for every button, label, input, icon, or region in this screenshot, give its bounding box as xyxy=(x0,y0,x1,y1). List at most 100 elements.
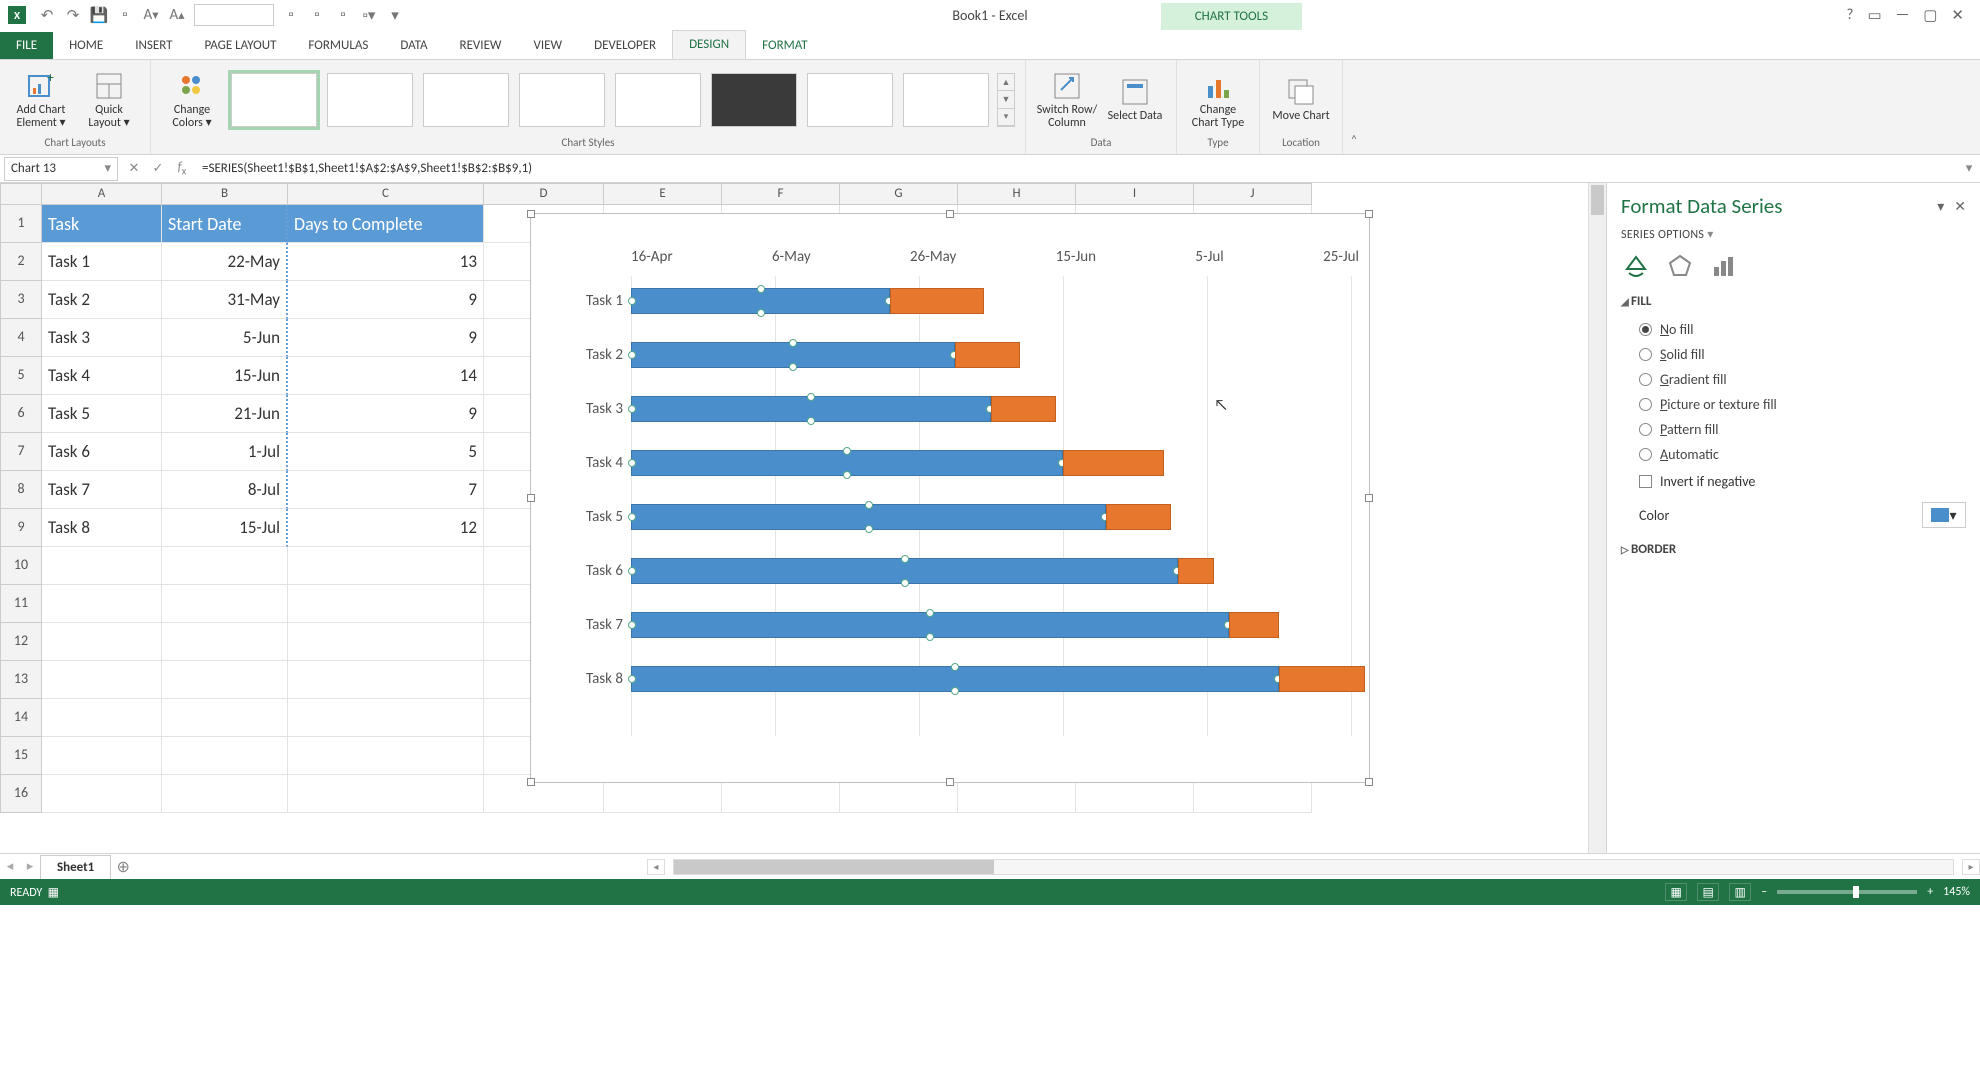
tab-view[interactable]: VIEW xyxy=(518,32,579,59)
chart-handle[interactable] xyxy=(527,494,535,502)
col-header-F[interactable]: F xyxy=(722,183,840,205)
tab-data[interactable]: DATA xyxy=(384,32,443,59)
fill-color-picker[interactable]: ▾ xyxy=(1922,502,1966,528)
chart-bar-series2[interactable] xyxy=(1178,558,1214,584)
cell[interactable]: Task 6 xyxy=(42,433,162,471)
row-header[interactable]: 2 xyxy=(0,243,42,281)
row-header[interactable]: 8 xyxy=(0,471,42,509)
cell[interactable] xyxy=(288,547,484,585)
tab-file[interactable]: FILE xyxy=(0,32,53,59)
fx-button[interactable]: fx xyxy=(170,160,194,178)
col-header-E[interactable]: E xyxy=(604,183,722,205)
row-header[interactable]: 1 xyxy=(0,205,42,243)
fill-section-header[interactable]: FILL xyxy=(1621,294,1966,309)
chart-handle[interactable] xyxy=(946,210,954,218)
page-break-view-button[interactable]: ▥ xyxy=(1729,883,1751,901)
cell[interactable]: 15-Jun xyxy=(162,357,288,395)
cell[interactable]: Task 3 xyxy=(42,319,162,357)
enter-formula-button[interactable]: ✓ xyxy=(146,161,170,176)
col-header-G[interactable]: G xyxy=(840,183,958,205)
switch-row-column-button[interactable]: Switch Row/ Column xyxy=(1036,70,1098,130)
collapse-ribbon-button[interactable]: ˄ xyxy=(1343,60,1365,154)
tab-insert[interactable]: INSERT xyxy=(119,32,188,59)
row-header[interactable]: 10 xyxy=(0,547,42,585)
chart-bar-series2[interactable] xyxy=(1229,612,1279,638)
cell[interactable]: 22-May xyxy=(162,243,288,281)
cell[interactable] xyxy=(42,623,162,661)
normal-view-button[interactable]: ▦ xyxy=(1665,883,1687,901)
redo-button[interactable]: ↷ xyxy=(60,4,86,26)
tab-developer[interactable]: DEVELOPER xyxy=(578,32,672,59)
cell[interactable] xyxy=(162,737,288,775)
chart-bar-series2[interactable] xyxy=(1063,450,1164,476)
fill-option-radio[interactable]: Pattern fill xyxy=(1621,417,1966,442)
tab-format[interactable]: FORMAT xyxy=(746,32,823,59)
add-chart-element-button[interactable]: + Add Chart Element ▾ xyxy=(10,70,72,130)
chart-bar-series2[interactable] xyxy=(991,396,1056,422)
cell[interactable]: 9 xyxy=(288,319,484,357)
new-sheet-button[interactable]: ⊕ xyxy=(111,857,135,877)
qat-button-3[interactable]: ▫ xyxy=(304,4,330,26)
cell[interactable] xyxy=(288,737,484,775)
chart-bar-series2[interactable] xyxy=(1106,504,1171,530)
chart-handle[interactable] xyxy=(1365,494,1373,502)
cell[interactable] xyxy=(162,585,288,623)
cell[interactable] xyxy=(42,737,162,775)
chart-style-4[interactable] xyxy=(519,73,605,127)
cell[interactable]: 7 xyxy=(288,471,484,509)
row-header[interactable]: 5 xyxy=(0,357,42,395)
fill-option-radio[interactable]: Solid fill xyxy=(1621,342,1966,367)
cell[interactable]: Task xyxy=(42,205,162,243)
cell[interactable]: 1-Jul xyxy=(162,433,288,471)
chart-style-2[interactable] xyxy=(327,73,413,127)
tab-design[interactable]: DESIGN xyxy=(672,30,746,59)
fill-option-radio[interactable]: No fill xyxy=(1621,317,1966,342)
chart-handle[interactable] xyxy=(1365,210,1373,218)
chart-style-8[interactable] xyxy=(903,73,989,127)
fill-option-radio[interactable]: Automatic xyxy=(1621,442,1966,467)
chart-handle[interactable] xyxy=(946,778,954,786)
cell[interactable] xyxy=(162,623,288,661)
name-box[interactable]: Chart 13▾ xyxy=(4,157,118,181)
fill-option-radio[interactable]: Gradient fill xyxy=(1621,367,1966,392)
cell[interactable]: 21-Jun xyxy=(162,395,288,433)
col-header-A[interactable]: A xyxy=(42,183,162,205)
series-options-dropdown[interactable]: SERIES OPTIONS xyxy=(1621,227,1966,242)
row-header[interactable]: 3 xyxy=(0,281,42,319)
help-button[interactable]: ? xyxy=(1847,6,1854,25)
zoom-in-button[interactable]: + xyxy=(1927,885,1933,899)
embedded-chart[interactable]: 16-Apr6-May26-May15-Jun5-Jul25-JulTask 1… xyxy=(530,213,1370,783)
cell[interactable]: 5 xyxy=(288,433,484,471)
cell[interactable]: 5-Jun xyxy=(162,319,288,357)
cell[interactable] xyxy=(162,775,288,813)
row-header[interactable]: 12 xyxy=(0,623,42,661)
hscroll-right[interactable]: ▸ xyxy=(1962,859,1980,875)
row-header[interactable]: 4 xyxy=(0,319,42,357)
qat-button-4[interactable]: ▫ xyxy=(330,4,356,26)
tab-formulas[interactable]: FORMULAS xyxy=(292,32,384,59)
cell[interactable] xyxy=(42,547,162,585)
qat-button-5[interactable]: ▫▾ xyxy=(356,4,382,26)
chart-bar-series1[interactable] xyxy=(631,666,1279,692)
cell[interactable]: 9 xyxy=(288,395,484,433)
row-header[interactable]: 16 xyxy=(0,775,42,813)
cell[interactable]: 9 xyxy=(288,281,484,319)
col-header-D[interactable]: D xyxy=(484,183,604,205)
font-inc-button[interactable]: A▴ xyxy=(164,4,190,26)
tab-home[interactable]: HOME xyxy=(53,32,119,59)
zoom-level[interactable]: 145% xyxy=(1943,885,1970,899)
cell[interactable] xyxy=(162,661,288,699)
cell[interactable] xyxy=(288,699,484,737)
ribbon-display-button[interactable]: ▭ xyxy=(1867,6,1881,25)
change-chart-type-button[interactable]: Change Chart Type xyxy=(1187,70,1249,130)
row-header[interactable]: 13 xyxy=(0,661,42,699)
chart-bar-series1[interactable] xyxy=(631,396,991,422)
cell[interactable]: Days to Complete xyxy=(288,205,484,243)
cell[interactable]: 31-May xyxy=(162,281,288,319)
chart-bar-series2[interactable] xyxy=(890,288,984,314)
move-chart-button[interactable]: Move Chart xyxy=(1270,76,1332,123)
cell[interactable] xyxy=(162,547,288,585)
chart-bar-series1[interactable] xyxy=(631,288,890,314)
row-header[interactable]: 6 xyxy=(0,395,42,433)
vertical-scrollbar[interactable] xyxy=(1588,183,1606,853)
